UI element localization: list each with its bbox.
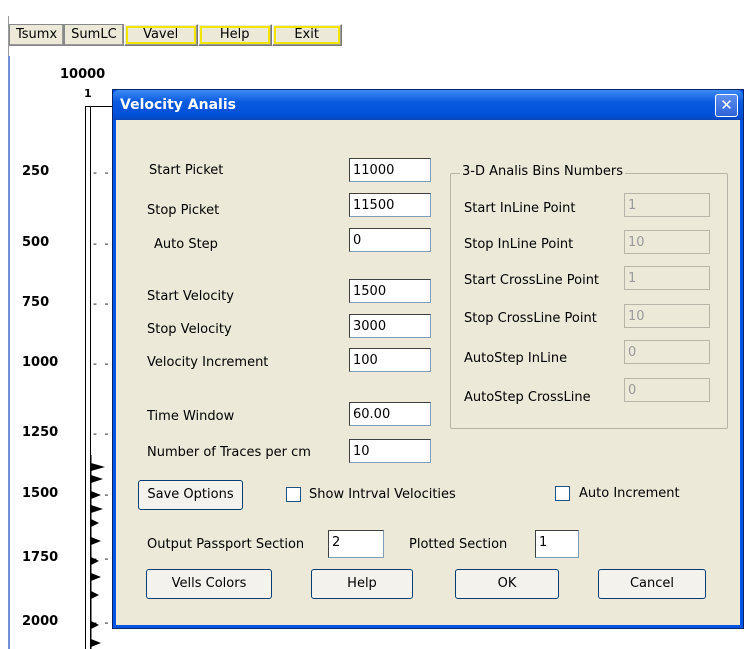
- stop-crossline-label: Stop CrossLine Point: [464, 311, 597, 326]
- start-crossline-label: Start CrossLine Point: [464, 273, 600, 288]
- stop-picket-label: Stop Picket: [147, 203, 220, 218]
- toolbar-buttons: Tsumx SumLC Vavel Help Exit: [9, 24, 342, 46]
- traces-per-cm-input[interactable]: 10: [349, 439, 431, 463]
- velocity-increment-input[interactable]: 100: [349, 348, 431, 372]
- dialog-title: Velocity Analis: [120, 97, 236, 113]
- autostep-inline-label: AutoStep InLine: [464, 351, 568, 366]
- y-label-1000: 1000: [22, 355, 59, 370]
- stop-crossline-input[interactable]: 10: [624, 304, 710, 328]
- stop-inline-label: Stop InLine Point: [464, 237, 574, 252]
- start-picket-label: Start Picket: [149, 163, 224, 178]
- cancel-button[interactable]: Cancel: [598, 569, 706, 599]
- time-window-label: Time Window: [147, 409, 235, 424]
- start-velocity-label: Start Velocity: [147, 289, 234, 304]
- y-label-1500: 1500: [22, 486, 59, 501]
- start-velocity-input[interactable]: 1500: [349, 279, 431, 303]
- plot-top-index: 1: [84, 87, 92, 100]
- time-window-input[interactable]: 60.00: [349, 402, 431, 426]
- help-toolbar-button[interactable]: Help: [197, 24, 272, 46]
- auto-increment-label: Auto Increment: [579, 486, 680, 501]
- auto-step-label: Auto Step: [154, 237, 218, 252]
- traces-per-cm-label: Number of Traces per cm: [147, 445, 311, 460]
- y-label-1250: 1250: [22, 425, 59, 440]
- y-label-500: 500: [22, 235, 50, 250]
- tsumx-button[interactable]: Tsumx: [9, 24, 65, 46]
- dialog-titlebar[interactable]: Velocity Analis ✕: [113, 90, 743, 120]
- stop-picket-input[interactable]: 11500: [349, 193, 431, 217]
- start-crossline-input[interactable]: 1: [624, 266, 710, 290]
- velocity-markers: [90, 455, 105, 649]
- plotted-section-label: Plotted Section: [409, 537, 508, 552]
- ok-button[interactable]: OK: [455, 569, 559, 599]
- top-strip: [0, 0, 750, 16]
- vells-colors-button[interactable]: Vells Colors: [146, 569, 272, 599]
- y-label-1750: 1750: [22, 550, 59, 565]
- start-inline-input[interactable]: 1: [624, 193, 710, 217]
- autostep-crossline-label: AutoStep CrossLine: [464, 390, 591, 405]
- sumlc-button[interactable]: SumLC: [64, 24, 124, 46]
- y-label-2000: 2000: [22, 614, 59, 629]
- velocity-analis-dialog: Velocity Analis ✕ Start Picket 11000 Sto…: [112, 89, 744, 629]
- y-label-250: 250: [22, 164, 50, 179]
- start-picket-input[interactable]: 11000: [349, 158, 431, 182]
- stop-velocity-label: Stop Velocity: [147, 322, 232, 337]
- plotted-section-input[interactable]: 1: [535, 530, 579, 558]
- autostep-crossline-input[interactable]: 0: [624, 378, 710, 402]
- auto-step-input[interactable]: 0: [349, 228, 431, 252]
- autostep-inline-input[interactable]: 0: [624, 340, 710, 364]
- auto-increment-checkbox[interactable]: [555, 486, 570, 501]
- plot-top-value: 10000: [60, 67, 106, 82]
- y-label-750: 750: [22, 295, 50, 310]
- show-intrval-checkbox[interactable]: [286, 487, 301, 502]
- stop-velocity-input[interactable]: 3000: [349, 314, 431, 338]
- vavel-button[interactable]: Vavel: [123, 24, 198, 46]
- save-options-button[interactable]: Save Options: [138, 480, 243, 510]
- bins-group-legend: 3-D Analis Bins Numbers: [460, 164, 626, 179]
- stop-inline-input[interactable]: 10: [624, 230, 710, 254]
- output-passport-input[interactable]: 2: [328, 530, 384, 558]
- close-icon[interactable]: ✕: [715, 94, 738, 117]
- help-button[interactable]: Help: [311, 569, 413, 599]
- start-inline-label: Start InLine Point: [464, 201, 576, 216]
- output-passport-label: Output Passport Section: [147, 537, 305, 552]
- velocity-increment-label: Velocity Increment: [147, 355, 269, 370]
- exit-button[interactable]: Exit: [271, 24, 342, 46]
- show-intrval-label: Show Intrval Velocities: [309, 487, 456, 502]
